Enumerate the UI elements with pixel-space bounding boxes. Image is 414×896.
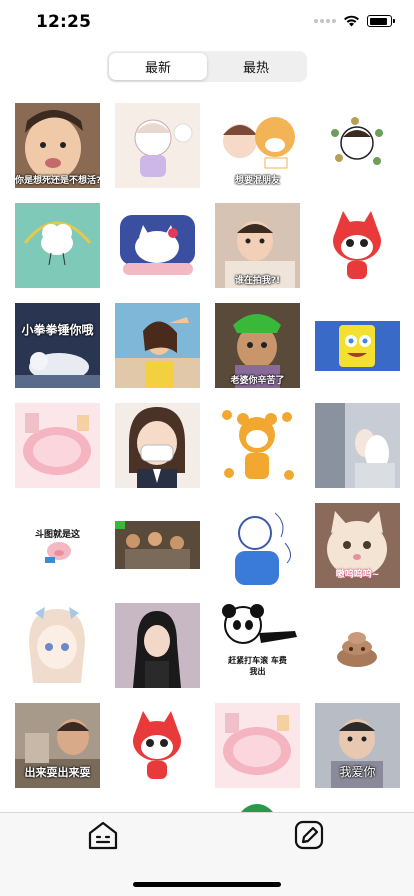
- flower-girl-image: [315, 103, 400, 188]
- sticker-item[interactable]: [315, 303, 400, 388]
- sticker-item[interactable]: 出来耍出来耍: [15, 703, 100, 788]
- home-indicator: [133, 882, 281, 887]
- poop-emoji-image: [315, 603, 400, 688]
- sticker-caption: 老婆你辛苦了: [230, 376, 285, 386]
- sticker-item[interactable]: [315, 103, 400, 188]
- masked-girl-image: [115, 403, 200, 488]
- sticker-item[interactable]: [115, 103, 200, 188]
- sticker-item[interactable]: 赶紧打车滚 车费我出: [215, 603, 300, 688]
- small-pig-image: [15, 503, 100, 588]
- sticker-item[interactable]: [115, 203, 200, 288]
- sticker-item[interactable]: 你是想死还是不想活?: [15, 103, 100, 188]
- sticker-item[interactable]: 嗷呜呜呜~: [315, 503, 400, 588]
- home-face-icon[interactable]: [87, 819, 119, 851]
- sticker-item[interactable]: [115, 503, 200, 588]
- sticker-caption: 我爱你: [339, 765, 376, 779]
- sticker-caption: 小拳拳锤你哦: [21, 323, 94, 337]
- blue-round-character-image: [215, 503, 300, 588]
- segmented-control: 最新 最热: [107, 51, 307, 82]
- sticker-item[interactable]: [15, 603, 100, 688]
- battery-icon: [367, 15, 395, 27]
- sticker-item[interactable]: 谁在拍我?!: [215, 203, 300, 288]
- party-crowd-image: [115, 503, 200, 588]
- sticker-item[interactable]: 斗图就是这: [15, 503, 100, 588]
- white-cat-image: [15, 303, 100, 388]
- sticker-item[interactable]: [215, 503, 300, 588]
- beach-woman-image: [115, 303, 200, 388]
- sticker-item[interactable]: 老婆你辛苦了: [215, 303, 300, 388]
- tab-latest[interactable]: 最新: [109, 53, 207, 80]
- edit-square-icon[interactable]: [293, 819, 325, 851]
- red-fox-cartoon-image: [315, 203, 400, 288]
- sticker-item[interactable]: [315, 203, 400, 288]
- sticker-caption: 你是想死还是不想活?: [15, 176, 100, 186]
- sticker-item[interactable]: 小拳拳锤你哦: [15, 303, 100, 388]
- sticker-caption: 斗图就是这: [34, 530, 80, 540]
- sticker-item[interactable]: 想要混朋友: [215, 103, 300, 188]
- sticker-item[interactable]: [15, 403, 100, 488]
- signal-icon: [314, 19, 336, 23]
- sticker-caption: 赶紧打车滚 车费我出: [228, 656, 287, 676]
- sticker-caption: 谁在拍我?!: [234, 276, 281, 286]
- tab-hottest[interactable]: 最热: [207, 53, 305, 80]
- pink-pool-image: [15, 403, 100, 488]
- sticker-caption: 想要混朋友: [234, 176, 280, 186]
- sticker-item[interactable]: [315, 403, 400, 488]
- status-bar: 12:25: [0, 0, 414, 44]
- pink-pool-image-2: [215, 703, 300, 788]
- sticker-item[interactable]: [315, 603, 400, 688]
- sticker-item[interactable]: [215, 403, 300, 488]
- sticker-item[interactable]: 我爱你: [315, 703, 400, 788]
- spongebob-image: [315, 303, 400, 388]
- sticker-item[interactable]: [215, 703, 300, 788]
- cloud-jumping-image: [15, 203, 100, 288]
- sticker-item[interactable]: [115, 703, 200, 788]
- bear-cartoon-image: [215, 403, 300, 488]
- sticker-item[interactable]: [15, 203, 100, 288]
- sticker-caption: 出来耍出来耍: [24, 766, 91, 779]
- long-hair-girl-image: [115, 603, 200, 688]
- sticker-caption: 嗷呜呜呜~: [335, 570, 380, 580]
- anime-girl-image: [15, 603, 100, 688]
- sticker-item[interactable]: [115, 303, 200, 388]
- hello-kitty-image: [115, 203, 200, 288]
- cartoon-girl-image: [115, 103, 200, 188]
- status-icons: [314, 15, 395, 27]
- sticker-item[interactable]: [115, 603, 200, 688]
- wifi-icon: [344, 15, 359, 27]
- status-time: 12:25: [36, 12, 92, 32]
- couple-photo-image: [315, 403, 400, 488]
- sticker-grid: 你是想死还是不想活? 想要混朋友 谁在拍我?! 小拳拳锤你哦 老婆你辛苦了 斗图…: [15, 103, 405, 813]
- sticker-item[interactable]: [115, 403, 200, 488]
- red-fox-cartoon-image-2: [115, 703, 200, 788]
